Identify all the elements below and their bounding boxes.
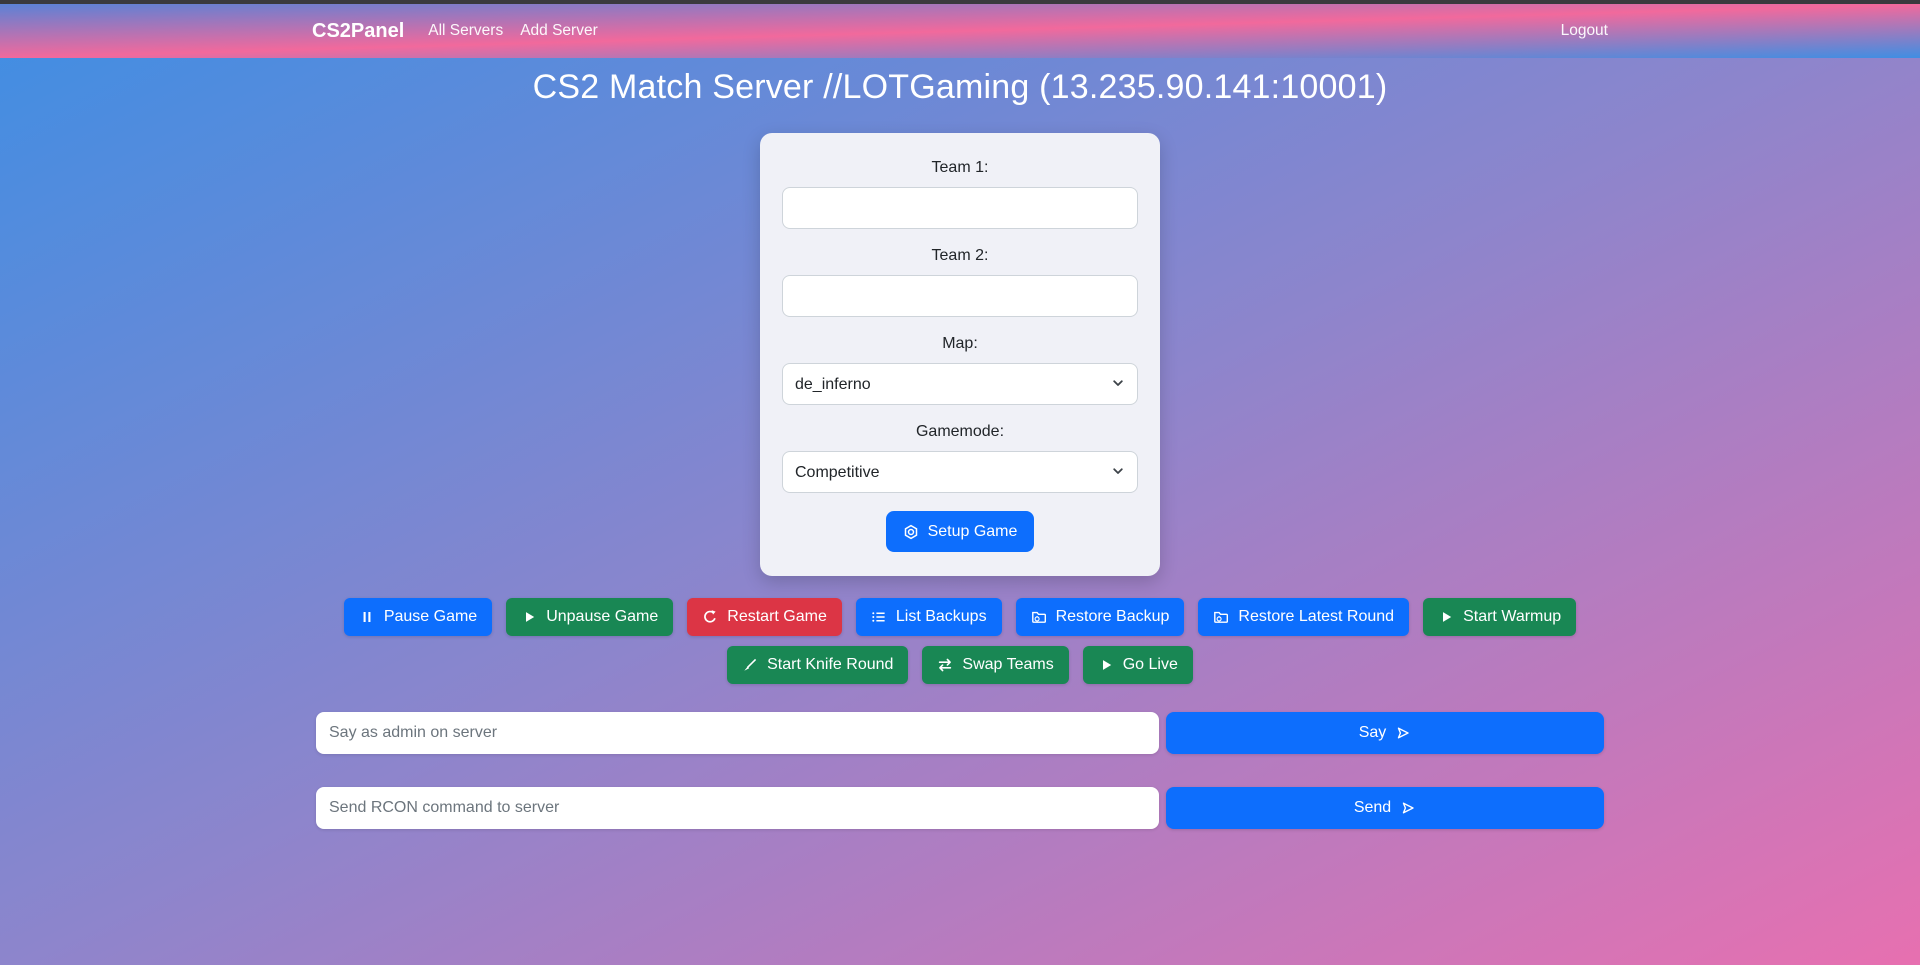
send-rcon-button[interactable]: Send	[1166, 787, 1604, 829]
start-warmup-button[interactable]: Start Warmup	[1423, 598, 1576, 636]
action-button-label: Restore Backup	[1056, 608, 1170, 626]
list-icon	[871, 609, 887, 625]
actions-row-2: Start Knife Round Swap Teams Go Live	[0, 646, 1920, 684]
action-button-label: Swap Teams	[962, 656, 1053, 674]
pause-icon	[359, 609, 375, 625]
knife-icon	[742, 657, 758, 673]
action-button-label: Restore Latest Round	[1238, 608, 1394, 626]
gamemode-select[interactable]: Competitive	[782, 451, 1138, 493]
action-button-label: Unpause Game	[546, 608, 658, 626]
logout-link[interactable]: Logout	[1561, 22, 1608, 40]
navbar: CS2Panel All Servers Add Server Logout	[0, 4, 1920, 58]
swap-icon	[937, 657, 953, 673]
action-button-label: Start Warmup	[1463, 608, 1561, 626]
action-button-label: Go Live	[1123, 656, 1178, 674]
say-button[interactable]: Say	[1166, 712, 1604, 754]
list-backups-button[interactable]: List Backups	[856, 598, 1002, 636]
action-button-label: Restart Game	[727, 608, 827, 626]
unpause-game-button[interactable]: Unpause Game	[506, 598, 673, 636]
nav-link-all-servers[interactable]: All Servers	[428, 22, 503, 40]
setup-game-button-label: Setup Game	[928, 523, 1018, 541]
action-button-label: List Backups	[896, 608, 987, 626]
action-button-label: Start Knife Round	[767, 656, 893, 674]
restore-backup-button[interactable]: Restore Backup	[1016, 598, 1185, 636]
gamemode-label: Gamemode:	[782, 423, 1138, 441]
team2-label: Team 2:	[782, 247, 1138, 265]
swap-teams-button[interactable]: Swap Teams	[922, 646, 1068, 684]
folder-restore-icon	[1213, 609, 1229, 625]
play-icon	[1438, 609, 1454, 625]
start-knife-round-button[interactable]: Start Knife Round	[727, 646, 908, 684]
nav-link-add-server[interactable]: Add Server	[520, 22, 598, 40]
restart-icon	[702, 609, 718, 625]
team1-label: Team 1:	[782, 159, 1138, 177]
page-title: CS2 Match Server //LOTGaming (13.235.90.…	[0, 68, 1920, 107]
send-icon	[1395, 725, 1411, 741]
rcon-input[interactable]	[316, 787, 1159, 829]
match-setup-card: Team 1: Team 2: Map: de_inferno Gamemode…	[760, 133, 1160, 576]
play-icon	[521, 609, 537, 625]
brand-cs2panel[interactable]: CS2Panel	[312, 20, 404, 43]
say-button-label: Say	[1359, 724, 1387, 742]
team1-input[interactable]	[782, 187, 1138, 229]
map-select[interactable]: de_inferno	[782, 363, 1138, 405]
action-button-label: Pause Game	[384, 608, 477, 626]
actions-row-1: Pause Game Unpause Game Restart Game List B…	[0, 598, 1920, 636]
restart-game-button[interactable]: Restart Game	[687, 598, 842, 636]
map-label: Map:	[782, 335, 1138, 353]
gear-icon	[903, 524, 919, 540]
go-live-button[interactable]: Go Live	[1083, 646, 1193, 684]
say-input[interactable]	[316, 712, 1159, 754]
setup-game-button[interactable]: Setup Game	[886, 511, 1035, 552]
rcon-row: Send	[316, 787, 1604, 829]
team2-input[interactable]	[782, 275, 1138, 317]
play-icon	[1098, 657, 1114, 673]
folder-restore-icon	[1031, 609, 1047, 625]
send-icon	[1400, 800, 1416, 816]
say-row: Say	[316, 712, 1604, 754]
restore-latest-round-button[interactable]: Restore Latest Round	[1198, 598, 1409, 636]
send-button-label: Send	[1354, 799, 1391, 817]
pause-game-button[interactable]: Pause Game	[344, 598, 492, 636]
